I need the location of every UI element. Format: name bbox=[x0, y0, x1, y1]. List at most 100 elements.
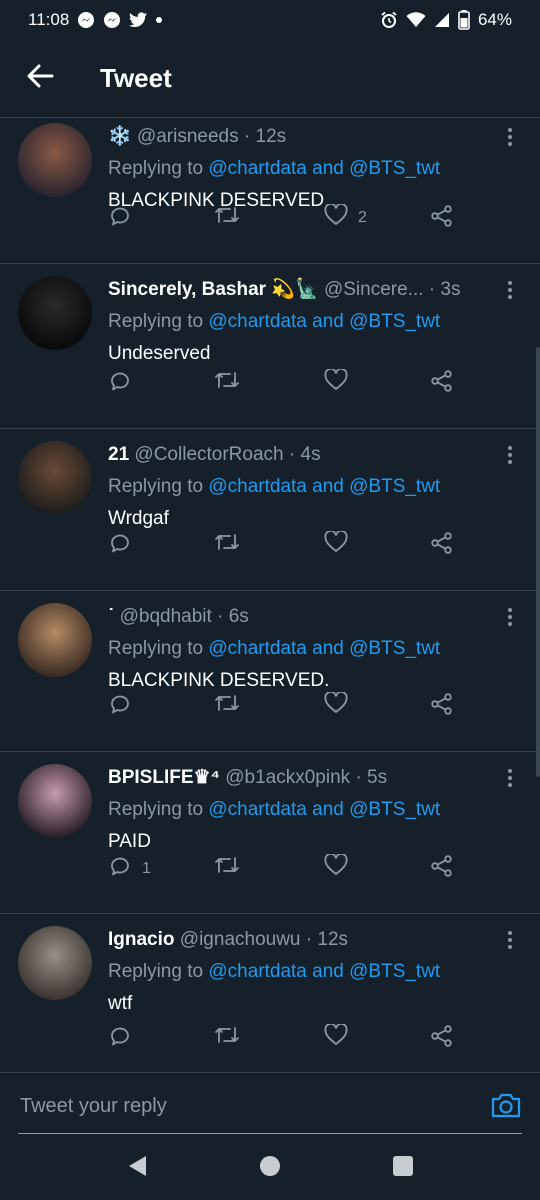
tweet-actions bbox=[108, 1022, 468, 1054]
signal-icon bbox=[434, 12, 450, 28]
mention-link[interactable]: @chartdata bbox=[208, 476, 307, 497]
back-button[interactable] bbox=[0, 40, 80, 118]
mention-link[interactable]: @chartdata bbox=[208, 961, 307, 982]
share-icon bbox=[430, 854, 454, 883]
share-button[interactable] bbox=[430, 204, 454, 233]
like-button[interactable] bbox=[324, 1022, 358, 1051]
arrow-left-icon bbox=[26, 64, 54, 93]
retweet-button[interactable] bbox=[214, 369, 240, 396]
mention-link[interactable]: @chartdata bbox=[208, 638, 307, 659]
more-options-button[interactable] bbox=[500, 278, 520, 306]
mention-link[interactable]: @BTS_twt bbox=[349, 961, 440, 982]
avatar[interactable] bbox=[18, 123, 92, 197]
mention-link[interactable]: @chartdata bbox=[208, 158, 307, 179]
tweet-reply[interactable]: ˙ @bqdhabit · 6s Replying to @chartdata … bbox=[0, 591, 540, 752]
like-button[interactable]: 2 bbox=[324, 202, 367, 231]
tweet-reply[interactable]: 21 @CollectorRoach · 4s Replying to @cha… bbox=[0, 429, 540, 591]
heart-icon bbox=[324, 690, 348, 719]
camera-icon bbox=[490, 1093, 522, 1125]
more-options-button[interactable] bbox=[500, 766, 520, 794]
avatar[interactable] bbox=[18, 603, 92, 677]
more-options-button[interactable] bbox=[500, 928, 520, 956]
reply-button[interactable] bbox=[108, 1024, 142, 1053]
more-options-button[interactable] bbox=[500, 125, 520, 153]
share-button[interactable] bbox=[430, 692, 454, 721]
share-button[interactable] bbox=[430, 854, 454, 883]
like-button[interactable] bbox=[324, 690, 358, 719]
reply-button[interactable] bbox=[108, 204, 142, 233]
share-icon bbox=[430, 692, 454, 721]
like-button[interactable] bbox=[324, 529, 358, 558]
mention-link[interactable]: @chartdata bbox=[208, 311, 307, 332]
retweet-button[interactable] bbox=[214, 204, 240, 231]
retweet-button[interactable] bbox=[214, 531, 240, 558]
mention-link[interactable]: @BTS_twt bbox=[349, 476, 440, 497]
nav-home-button[interactable] bbox=[240, 1138, 300, 1198]
replying-label: Replying to bbox=[108, 961, 204, 982]
like-button[interactable] bbox=[324, 852, 358, 881]
display-name[interactable]: 21 bbox=[108, 444, 129, 465]
tweet-meta: ˙ @bqdhabit · 6s bbox=[108, 603, 500, 631]
tweet-text: Wrdgaf bbox=[108, 508, 169, 529]
retweet-button[interactable] bbox=[214, 1024, 240, 1051]
messenger-icon bbox=[77, 11, 95, 29]
more-vertical-icon bbox=[507, 607, 513, 632]
mention-link[interactable]: @chartdata bbox=[208, 799, 307, 820]
timestamp: · 5s bbox=[355, 767, 388, 788]
mention-link[interactable]: @BTS_twt bbox=[349, 638, 440, 659]
nav-back-button[interactable] bbox=[107, 1138, 167, 1198]
share-button[interactable] bbox=[430, 369, 454, 398]
reply-button[interactable] bbox=[108, 692, 142, 721]
reply-button[interactable]: 1 bbox=[108, 854, 151, 883]
reply-input[interactable] bbox=[18, 1083, 482, 1129]
share-icon bbox=[430, 369, 454, 398]
tweet-reply[interactable]: ❄️ @arisneeds · 12s Replying to @chartda… bbox=[0, 119, 540, 264]
more-options-button[interactable] bbox=[500, 443, 520, 471]
tweet-reply[interactable]: Ignacio @ignachouwu · 12s Replying to @c… bbox=[0, 914, 540, 1071]
tweet-meta: 21 @CollectorRoach · 4s bbox=[108, 441, 500, 469]
handle[interactable]: @b1ackx0pink bbox=[225, 767, 350, 788]
handle[interactable]: @Sincere... bbox=[324, 279, 424, 300]
avatar[interactable] bbox=[18, 926, 92, 1000]
avatar[interactable] bbox=[18, 764, 92, 838]
share-button[interactable] bbox=[430, 1024, 454, 1053]
avatar[interactable] bbox=[18, 441, 92, 515]
mention-link[interactable]: @BTS_twt bbox=[349, 311, 440, 332]
handle[interactable]: @bqdhabit bbox=[120, 606, 212, 627]
heart-icon bbox=[324, 367, 348, 396]
handle[interactable]: @ignachouwu bbox=[180, 929, 301, 950]
battery-percent: 64% bbox=[477, 10, 512, 29]
replying-label: Replying to bbox=[108, 311, 204, 332]
retweet-button[interactable] bbox=[214, 854, 240, 881]
mention-link[interactable]: @BTS_twt bbox=[349, 799, 440, 820]
timestamp: · 3s bbox=[428, 279, 461, 300]
reply-button[interactable] bbox=[108, 531, 142, 560]
handle[interactable]: @arisneeds bbox=[137, 126, 239, 147]
display-name[interactable]: Sincerely, Bashar bbox=[108, 279, 266, 300]
triangle-back-icon bbox=[126, 1154, 148, 1183]
and-label: and bbox=[312, 476, 344, 497]
replying-label: Replying to bbox=[108, 476, 204, 497]
status-time: 11:08 bbox=[28, 10, 70, 29]
like-button[interactable] bbox=[324, 367, 358, 396]
share-button[interactable] bbox=[430, 531, 454, 560]
retweet-button[interactable] bbox=[214, 692, 240, 719]
more-vertical-icon bbox=[507, 127, 513, 152]
more-options-button[interactable] bbox=[500, 605, 520, 633]
nav-recents-button[interactable] bbox=[373, 1138, 433, 1198]
mention-link[interactable]: @BTS_twt bbox=[349, 158, 440, 179]
tweet-reply[interactable]: BPISLIFE♛⁴ @b1ackx0pink · 5s Replying to… bbox=[0, 752, 540, 914]
tweet-meta: Sincerely, Bashar 💫🗽 @Sincere... · 3s bbox=[108, 276, 500, 304]
handle[interactable]: @CollectorRoach bbox=[134, 444, 283, 465]
replying-to: Replying to @chartdata and @BTS_twt bbox=[108, 635, 500, 663]
retweet-icon bbox=[214, 854, 240, 881]
avatar[interactable] bbox=[18, 276, 92, 350]
reply-button[interactable] bbox=[108, 369, 142, 398]
reply-feed[interactable]: ❄️ @arisneeds · 12s Replying to @chartda… bbox=[0, 119, 540, 1071]
camera-button[interactable] bbox=[490, 1089, 522, 1121]
tweet-reply[interactable]: Sincerely, Bashar 💫🗽 @Sincere... · 3s Re… bbox=[0, 264, 540, 429]
display-name[interactable]: ˙ bbox=[108, 606, 114, 627]
display-name[interactable]: Ignacio bbox=[108, 929, 175, 950]
display-name[interactable]: BPISLIFE♛⁴ bbox=[108, 767, 220, 788]
share-icon bbox=[430, 1024, 454, 1053]
